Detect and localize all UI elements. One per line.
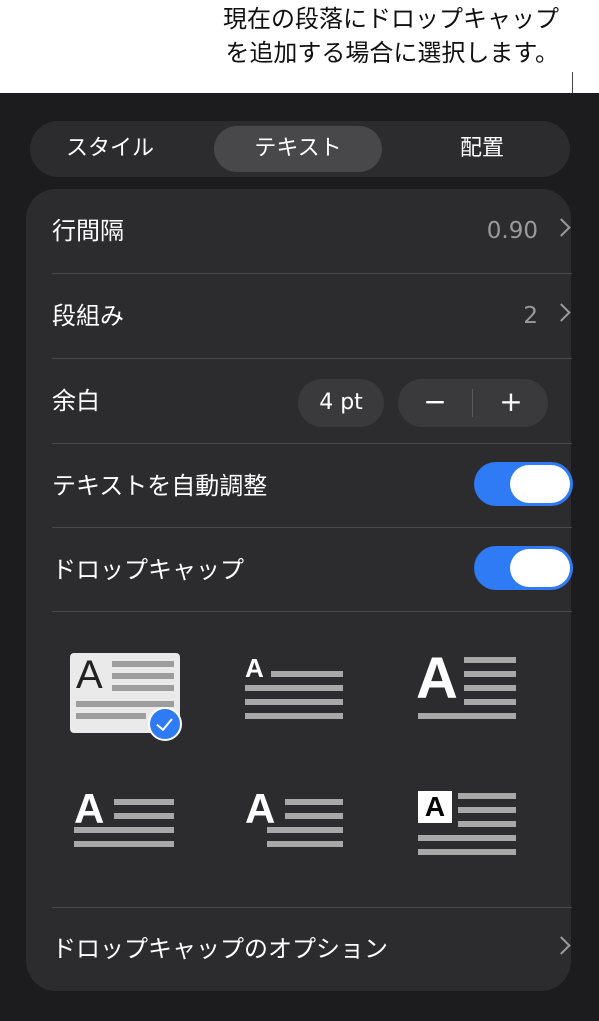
autofit-row: テキストを自動調整 (52, 444, 573, 528)
drop-cap-row: ドロップキャップ (52, 528, 573, 612)
drop-cap-glyph: A (416, 646, 458, 711)
autofit-label: テキストを自動調整 (52, 472, 268, 500)
toggle-knob (510, 549, 570, 587)
callout-line-2: を追加する場合に選択します。 (225, 39, 559, 67)
tab-style[interactable]: スタイル (50, 121, 170, 177)
text-settings-card: 行間隔 0.90 段組み 2 余白 4 pt − + テキストを自動調整 ドロッ… (26, 189, 573, 991)
chevron-right-icon (552, 303, 571, 322)
drop-cap-label: ドロップキャップ (52, 556, 244, 584)
drop-cap-glyph: A (418, 791, 452, 823)
drop-cap-style-6[interactable]: A (416, 789, 526, 869)
margin-stepper: − + (398, 379, 548, 427)
format-panel: スタイル テキスト 配置 行間隔 0.90 段組み 2 余白 4 pt − + (0, 93, 599, 1021)
margin-row: 余白 4 pt − + (52, 359, 572, 443)
decrement-button[interactable]: − (398, 379, 472, 427)
drop-cap-style-3[interactable]: A (416, 646, 526, 733)
checkmark-icon (148, 707, 182, 741)
margin-label: 余白 (52, 387, 100, 415)
drop-cap-style-4[interactable]: A (70, 785, 180, 869)
callout-line-1: 現在の段落にドロップキャップ (223, 5, 559, 33)
toggle-knob (510, 465, 570, 503)
drop-cap-glyph: A (245, 785, 276, 832)
drop-cap-style-5[interactable]: A (243, 785, 353, 869)
margin-value-field[interactable]: 4 pt (298, 379, 384, 427)
format-segmented-control: スタイル テキスト 配置 (30, 121, 570, 177)
callout-annotation: 現在の段落にドロップキャップ を追加する場合に選択します。 (0, 2, 559, 70)
columns-label: 段組み (52, 302, 124, 330)
drop-cap-glyph: A (74, 785, 105, 832)
autofit-toggle[interactable] (474, 462, 573, 506)
increment-button[interactable]: + (474, 379, 548, 427)
columns-value: 2 (523, 303, 538, 329)
line-spacing-row[interactable]: 行間隔 0.90 (52, 189, 572, 273)
tab-arrangement[interactable]: 配置 (430, 121, 534, 177)
drop-cap-toggle[interactable] (474, 546, 573, 590)
line-spacing-value: 0.90 (486, 218, 538, 244)
divider (52, 611, 572, 612)
chevron-right-icon (552, 218, 571, 237)
chevron-right-icon (552, 936, 571, 955)
line-spacing-label: 行間隔 (52, 217, 124, 245)
stepper-separator (472, 389, 473, 417)
tab-text[interactable]: テキスト (214, 126, 382, 172)
drop-cap-options-label: ドロップキャップのオプション (52, 935, 388, 963)
drop-cap-style-1[interactable]: A (70, 653, 182, 741)
drop-cap-glyph: A (245, 653, 264, 683)
drop-cap-glyph: A (76, 653, 103, 697)
columns-row[interactable]: 段組み 2 (52, 274, 572, 358)
drop-cap-style-2[interactable]: A (243, 653, 353, 733)
drop-cap-options-row[interactable]: ドロップキャップのオプション (52, 907, 572, 991)
